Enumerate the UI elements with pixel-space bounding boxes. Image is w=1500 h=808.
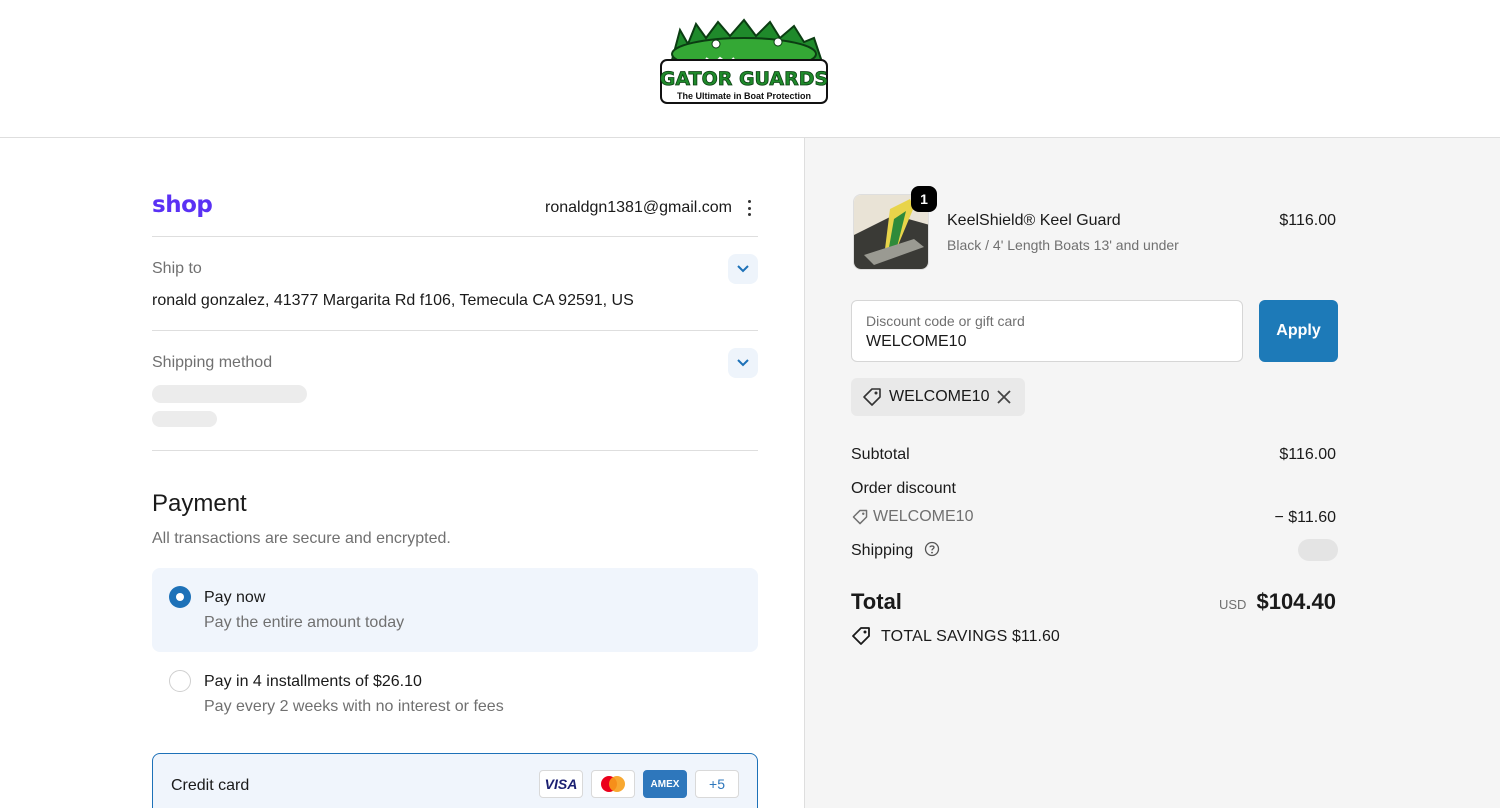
pay-installments-radio[interactable] [169, 670, 191, 692]
order-discount-label: Order discount [851, 480, 956, 497]
payment-heading: Payment [152, 490, 247, 517]
currency-code: USD [1219, 597, 1247, 612]
order-summary: 1 KeelShield® Keel Guard Black / 4' Leng… [804, 138, 1500, 808]
svg-text:The Ultimate in Boat Protectio: The Ultimate in Boat Protection [677, 91, 811, 101]
product-variant: Black / 4' Length Boats 13' and under [947, 237, 1179, 253]
subtotal-label: Subtotal [851, 446, 910, 463]
payment-subtitle: All transactions are secure and encrypte… [152, 530, 451, 547]
total-value: $104.40 [1256, 589, 1336, 614]
shipping-method-label: Shipping method [152, 354, 273, 371]
shipping-method-expand-button[interactable] [728, 348, 758, 378]
chevron-down-icon [737, 265, 749, 273]
discount-field-label: Discount code or gift card [866, 313, 1025, 329]
option-subtitle: Pay the entire amount today [204, 614, 405, 631]
option-title: Pay in 4 installments of $26.10 [204, 673, 422, 690]
discount-amount: − $11.60 [1274, 509, 1336, 526]
svg-text:GATOR GUARDS: GATOR GUARDS [660, 68, 828, 90]
shipping-address: ronald gonzalez, 41377 Margarita Rd f106… [152, 292, 634, 309]
chevron-down-icon [737, 359, 749, 367]
pay-now-option[interactable]: Pay now Pay the entire amount today [152, 568, 758, 652]
shipping-label: Shipping [851, 542, 914, 559]
total-savings-label: TOTAL SAVINGS [881, 628, 1008, 645]
applied-discount-chip: WELCOME10 [851, 378, 1025, 416]
pay-now-radio[interactable] [169, 586, 191, 608]
discount-code-input[interactable] [866, 333, 1226, 351]
remove-discount-icon[interactable] [995, 388, 1013, 406]
checkout-form: shop ronaldgn1381@gmail.com Ship to rona… [0, 138, 804, 808]
divider [152, 236, 758, 237]
loading-skeleton [152, 411, 217, 427]
credit-card-option[interactable]: Credit card VISA AMEX +5 [152, 753, 758, 808]
loading-skeleton [152, 385, 307, 403]
apply-discount-button[interactable]: Apply [1259, 300, 1338, 362]
shop-pay-logo: shop [152, 192, 213, 218]
product-name: KeelShield® Keel Guard [947, 212, 1121, 229]
shipping-loading-skeleton [1298, 539, 1338, 561]
option-title: Pay now [204, 589, 266, 606]
credit-card-label: Credit card [171, 777, 250, 794]
option-subtitle: Pay every 2 weeks with no interest or fe… [204, 698, 504, 715]
ship-to-label: Ship to [152, 260, 202, 277]
tag-icon [852, 509, 868, 525]
mastercard-icon [591, 770, 635, 798]
more-options-icon[interactable] [740, 198, 758, 218]
discount-code-field[interactable]: Discount code or gift card [851, 300, 1243, 362]
account-email: ronaldgn1381@gmail.com [544, 199, 732, 216]
applied-discount-code: WELCOME10 [889, 388, 990, 405]
visa-icon: VISA [539, 770, 583, 798]
total-label: Total [851, 589, 902, 614]
pay-installments-option[interactable]: Pay in 4 installments of $26.10 Pay ever… [152, 652, 758, 736]
help-icon[interactable] [924, 541, 940, 557]
total-savings-amount: $11.60 [1012, 628, 1060, 645]
header: GATOR GUARDS The Ultimate in Boat Protec… [0, 0, 1500, 138]
quantity-badge: 1 [911, 186, 937, 212]
amex-icon: AMEX [643, 770, 687, 798]
savings-tag-icon [852, 627, 870, 645]
divider [152, 450, 758, 451]
subtotal-value: $116.00 [1279, 446, 1336, 463]
product-price: $116.00 [1279, 212, 1336, 229]
tag-icon [863, 388, 881, 406]
gator-guards-logo[interactable]: GATOR GUARDS The Ultimate in Boat Protec… [658, 16, 830, 106]
divider [152, 330, 758, 331]
ship-to-expand-button[interactable] [728, 254, 758, 284]
summary-discount-code: WELCOME10 [873, 508, 974, 525]
more-cards-badge: +5 [695, 770, 739, 798]
